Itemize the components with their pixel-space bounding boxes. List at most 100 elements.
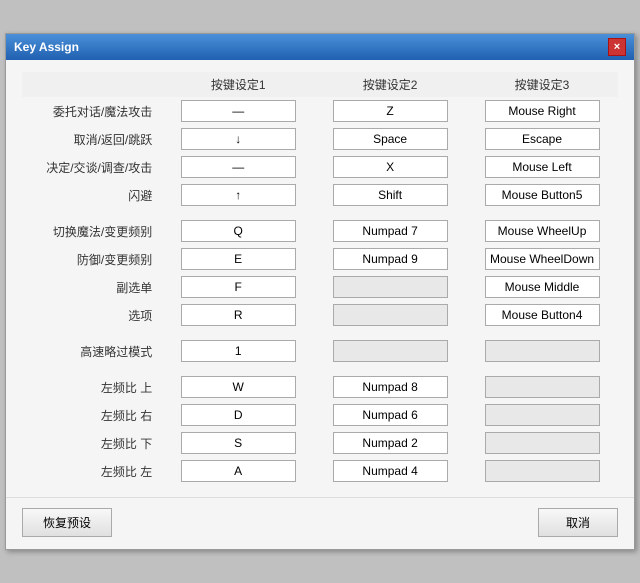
key-cell-10-1[interactable] (162, 401, 314, 429)
key-input-11-2[interactable] (333, 432, 448, 454)
key-cell-2-1[interactable] (162, 153, 314, 181)
row-label: 防御/变更频别 (22, 245, 162, 273)
row-label: 副选单 (22, 273, 162, 301)
key-cell-0-3[interactable] (466, 97, 618, 125)
key-cell-4-3[interactable] (466, 217, 618, 245)
table-row: 切换魔法/变更频别 (22, 217, 618, 245)
key-input-3-3[interactable] (485, 184, 600, 206)
key-cell-4-1[interactable] (162, 217, 314, 245)
key-cell-6-2[interactable] (314, 273, 466, 301)
key-cell-3-3[interactable] (466, 181, 618, 209)
key-cell-0-2[interactable] (314, 97, 466, 125)
key-input-1-3[interactable] (485, 128, 600, 150)
key-cell-3-2[interactable] (314, 181, 466, 209)
key-input-1-2[interactable] (333, 128, 448, 150)
key-cell-8-1[interactable] (162, 337, 314, 365)
key-input-6-1[interactable] (181, 276, 296, 298)
key-input-8-3[interactable] (485, 340, 600, 362)
restore-defaults-button[interactable]: 恢复预设 (22, 508, 112, 537)
key-cell-12-2[interactable] (314, 457, 466, 485)
key-cell-2-2[interactable] (314, 153, 466, 181)
key-cell-7-1[interactable] (162, 301, 314, 329)
key-assign-table: 按键设定1 按键设定2 按键设定3 委托对话/魔法攻击取消/返回/跳跃决定/交谈… (22, 72, 618, 485)
key-input-9-2[interactable] (333, 376, 448, 398)
close-button[interactable]: × (608, 38, 626, 56)
key-cell-5-3[interactable] (466, 245, 618, 273)
key-cell-4-2[interactable] (314, 217, 466, 245)
key-cell-2-3[interactable] (466, 153, 618, 181)
header-label-col (22, 72, 162, 97)
key-cell-5-2[interactable] (314, 245, 466, 273)
key-table-container: 按键设定1 按键设定2 按键设定3 委托对话/魔法攻击取消/返回/跳跃决定/交谈… (22, 72, 618, 485)
key-input-6-2[interactable] (333, 276, 448, 298)
key-input-8-2[interactable] (333, 340, 448, 362)
key-input-3-2[interactable] (333, 184, 448, 206)
key-input-4-3[interactable] (485, 220, 600, 242)
key-cell-9-3[interactable] (466, 373, 618, 401)
key-cell-8-2[interactable] (314, 337, 466, 365)
key-input-0-3[interactable] (485, 100, 600, 122)
key-cell-11-2[interactable] (314, 429, 466, 457)
key-cell-7-3[interactable] (466, 301, 618, 329)
key-cell-11-3[interactable] (466, 429, 618, 457)
key-input-5-2[interactable] (333, 248, 448, 270)
table-row: 高速略过模式 (22, 337, 618, 365)
key-cell-10-2[interactable] (314, 401, 466, 429)
key-input-9-1[interactable] (181, 376, 296, 398)
key-cell-10-3[interactable] (466, 401, 618, 429)
key-input-3-1[interactable] (181, 184, 296, 206)
key-input-6-3[interactable] (485, 276, 600, 298)
key-input-9-3[interactable] (485, 376, 600, 398)
key-cell-1-2[interactable] (314, 125, 466, 153)
table-row: 决定/交谈/调查/攻击 (22, 153, 618, 181)
table-header-row: 按键设定1 按键设定2 按键设定3 (22, 72, 618, 97)
key-cell-1-3[interactable] (466, 125, 618, 153)
footer: 恢复预设 取消 (6, 497, 634, 549)
key-input-12-3[interactable] (485, 460, 600, 482)
key-cell-11-1[interactable] (162, 429, 314, 457)
key-input-2-1[interactable] (181, 156, 296, 178)
key-input-4-2[interactable] (333, 220, 448, 242)
key-cell-6-1[interactable] (162, 273, 314, 301)
table-row: 选项 (22, 301, 618, 329)
key-input-7-1[interactable] (181, 304, 296, 326)
table-row: 左频比 上 (22, 373, 618, 401)
key-input-4-1[interactable] (181, 220, 296, 242)
key-cell-9-2[interactable] (314, 373, 466, 401)
key-cell-12-3[interactable] (466, 457, 618, 485)
key-assign-window: Key Assign × 按键设定1 按键设定2 按键设定3 委托对话/魔法攻击… (5, 33, 635, 550)
key-input-12-2[interactable] (333, 460, 448, 482)
key-input-11-1[interactable] (181, 432, 296, 454)
key-input-0-2[interactable] (333, 100, 448, 122)
key-input-2-3[interactable] (485, 156, 600, 178)
key-input-10-2[interactable] (333, 404, 448, 426)
key-input-10-1[interactable] (181, 404, 296, 426)
key-cell-3-1[interactable] (162, 181, 314, 209)
table-row: 左频比 下 (22, 429, 618, 457)
key-input-7-3[interactable] (485, 304, 600, 326)
key-cell-12-1[interactable] (162, 457, 314, 485)
key-input-11-3[interactable] (485, 432, 600, 454)
key-cell-0-1[interactable] (162, 97, 314, 125)
key-input-2-2[interactable] (333, 156, 448, 178)
key-input-5-1[interactable] (181, 248, 296, 270)
key-cell-7-2[interactable] (314, 301, 466, 329)
key-input-8-1[interactable] (181, 340, 296, 362)
key-cell-6-3[interactable] (466, 273, 618, 301)
key-cell-8-3[interactable] (466, 337, 618, 365)
key-input-12-1[interactable] (181, 460, 296, 482)
key-cell-5-1[interactable] (162, 245, 314, 273)
header-key2: 按键设定2 (314, 72, 466, 97)
key-input-5-3[interactable] (485, 248, 600, 270)
row-label: 取消/返回/跳跃 (22, 125, 162, 153)
row-label: 选项 (22, 301, 162, 329)
key-cell-9-1[interactable] (162, 373, 314, 401)
key-input-10-3[interactable] (485, 404, 600, 426)
key-input-0-1[interactable] (181, 100, 296, 122)
key-input-1-1[interactable] (181, 128, 296, 150)
key-input-7-2[interactable] (333, 304, 448, 326)
key-cell-1-1[interactable] (162, 125, 314, 153)
row-label: 左频比 上 (22, 373, 162, 401)
cancel-button[interactable]: 取消 (538, 508, 618, 537)
table-separator (22, 365, 618, 373)
